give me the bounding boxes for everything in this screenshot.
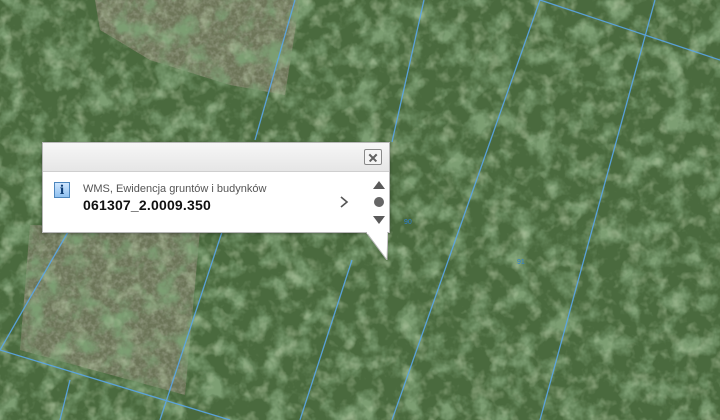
pager-dot (374, 197, 384, 207)
triangle-up-icon[interactable] (372, 180, 386, 190)
popup-header (43, 143, 389, 172)
info-icon: i (54, 182, 70, 198)
chevron-right-icon[interactable] (337, 194, 351, 210)
close-icon[interactable] (364, 149, 382, 165)
layer-name: WMS, Ewidencja gruntów i budynków (83, 183, 267, 195)
identify-popup: i WMS, Ewidencja gruntów i budynków 0613… (42, 142, 390, 233)
result-pager (367, 173, 391, 233)
parcel-label-91: 91 (517, 259, 525, 266)
triangle-down-icon[interactable] (372, 215, 386, 225)
popup-pointer (366, 232, 388, 260)
feature-id: 061307_2.0009.350 (83, 197, 211, 213)
parcel-label-90: 90 (404, 219, 412, 226)
